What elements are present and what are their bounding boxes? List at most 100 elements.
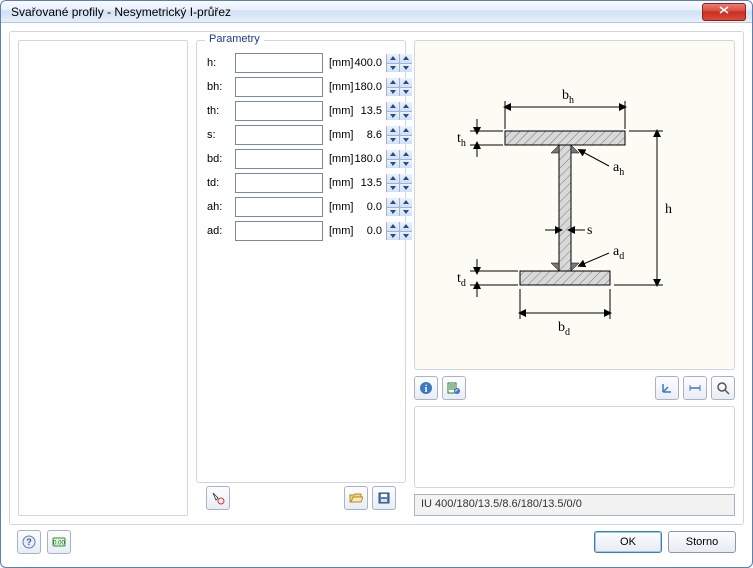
parameters-title: Parametry: [205, 33, 264, 45]
spin-up-icon[interactable]: [399, 78, 412, 88]
help-button[interactable]: ?: [17, 530, 41, 554]
spin-down-icon[interactable]: [386, 64, 399, 73]
spin-up-icon[interactable]: [386, 174, 399, 184]
pick-button[interactable]: [206, 486, 230, 510]
param-spinner[interactable]: [235, 221, 323, 241]
window-title: Svařované profily - Nesymetrický I-průře…: [11, 5, 702, 19]
spin-down-icon[interactable]: [399, 232, 412, 241]
param-label: th:: [207, 105, 229, 117]
param-label: ah:: [207, 201, 229, 213]
ok-button[interactable]: OK: [594, 531, 662, 553]
svg-text:td: td: [457, 271, 466, 289]
spin-up-icon[interactable]: [399, 198, 412, 208]
spin-up-icon[interactable]: [386, 222, 399, 232]
spin-up-icon[interactable]: [386, 126, 399, 136]
preview-column: bh th td: [414, 40, 735, 516]
close-button[interactable]: [702, 3, 746, 21]
param-label: h:: [207, 57, 229, 69]
param-label: bh:: [207, 81, 229, 93]
param-spinner[interactable]: [235, 173, 323, 193]
param-label: td:: [207, 177, 229, 189]
properties-button[interactable]: [442, 376, 466, 400]
param-unit: [mm]: [329, 105, 353, 117]
svg-text:bd: bd: [558, 320, 570, 338]
spin-up-icon[interactable]: [386, 150, 399, 160]
open-button[interactable]: [344, 486, 368, 510]
spin-up-icon[interactable]: [399, 102, 412, 112]
spin-down-icon[interactable]: [386, 208, 399, 217]
dimension-button[interactable]: [683, 376, 707, 400]
zoom-button[interactable]: [711, 376, 735, 400]
param-input[interactable]: [236, 222, 386, 240]
param-input[interactable]: [236, 78, 386, 96]
profile-list[interactable]: [18, 40, 188, 516]
spin-down-icon[interactable]: [399, 136, 412, 145]
param-input[interactable]: [236, 150, 386, 168]
param-unit: [mm]: [329, 177, 353, 189]
param-spinner[interactable]: [235, 53, 323, 73]
param-input[interactable]: [236, 198, 386, 216]
param-input[interactable]: [236, 54, 386, 72]
ibeam-diagram: bh th td: [415, 41, 725, 369]
profile-code-field[interactable]: IU 400/180/13.5/8.6/180/13.5/0/0: [414, 494, 735, 516]
spin-down-icon[interactable]: [386, 160, 399, 169]
param-spinner[interactable]: [235, 149, 323, 169]
main-frame: Parametry h: [mm] bh: [mm] th: [mm] s: [mm] bd: […: [9, 31, 744, 525]
param-label: s:: [207, 129, 229, 141]
param-input[interactable]: [236, 174, 386, 192]
param-row: ah: [mm]: [207, 197, 395, 217]
svg-text:th: th: [457, 131, 466, 149]
svg-text:s: s: [587, 223, 592, 238]
parameters-column: Parametry h:[mm]bh:[mm]th:[mm]s:[mm]bd:[…: [196, 40, 406, 516]
param-spinner[interactable]: [235, 77, 323, 97]
spin-down-icon[interactable]: [399, 112, 412, 121]
units-button[interactable]: 0.00: [47, 530, 71, 554]
spin-up-icon[interactable]: [399, 150, 412, 160]
svg-text:ah: ah: [613, 160, 624, 178]
param-row: ad: [mm]: [207, 221, 395, 241]
param-unit: [mm]: [329, 81, 353, 93]
message-area: [414, 406, 735, 488]
cancel-button[interactable]: Storno: [668, 531, 736, 553]
param-spinner[interactable]: [235, 197, 323, 217]
param-row: s: [mm]: [207, 125, 395, 145]
info-button[interactable]: i: [414, 376, 438, 400]
spin-up-icon[interactable]: [399, 126, 412, 136]
param-unit: [mm]: [329, 153, 353, 165]
param-row: bd: [mm]: [207, 149, 395, 169]
param-input[interactable]: [236, 102, 386, 120]
param-input[interactable]: [236, 126, 386, 144]
spin-up-icon[interactable]: [386, 198, 399, 208]
spin-up-icon[interactable]: [386, 102, 399, 112]
param-row: bh: [mm]: [207, 77, 395, 97]
mid-toolbar: [206, 486, 396, 510]
spin-down-icon[interactable]: [399, 64, 412, 73]
param-unit: [mm]: [329, 129, 353, 141]
spin-down-icon[interactable]: [399, 88, 412, 97]
param-label: ad:: [207, 225, 229, 237]
spin-down-icon[interactable]: [399, 184, 412, 193]
param-unit: [mm]: [329, 225, 353, 237]
spin-up-icon[interactable]: [399, 54, 412, 64]
spin-up-icon[interactable]: [399, 222, 412, 232]
spin-down-icon[interactable]: [386, 136, 399, 145]
spin-down-icon[interactable]: [399, 160, 412, 169]
param-spinner[interactable]: [235, 125, 323, 145]
save-button[interactable]: [372, 486, 396, 510]
spin-down-icon[interactable]: [386, 88, 399, 97]
param-spinner[interactable]: [235, 101, 323, 121]
parameters-group: Parametry h:[mm]bh:[mm]th:[mm]s:[mm]bd:[…: [196, 40, 406, 483]
spin-down-icon[interactable]: [386, 232, 399, 241]
spin-down-icon[interactable]: [386, 184, 399, 193]
titlebar: Svařované profily - Nesymetrický I-průře…: [1, 1, 752, 23]
axis-button[interactable]: [655, 376, 679, 400]
param-label: bd:: [207, 153, 229, 165]
spin-down-icon[interactable]: [386, 112, 399, 121]
svg-text:i: i: [425, 384, 428, 395]
spin-up-icon[interactable]: [386, 54, 399, 64]
spin-up-icon[interactable]: [399, 174, 412, 184]
spin-down-icon[interactable]: [399, 208, 412, 217]
svg-text:h: h: [665, 202, 672, 217]
spin-up-icon[interactable]: [386, 78, 399, 88]
param-unit: [mm]: [329, 201, 353, 213]
